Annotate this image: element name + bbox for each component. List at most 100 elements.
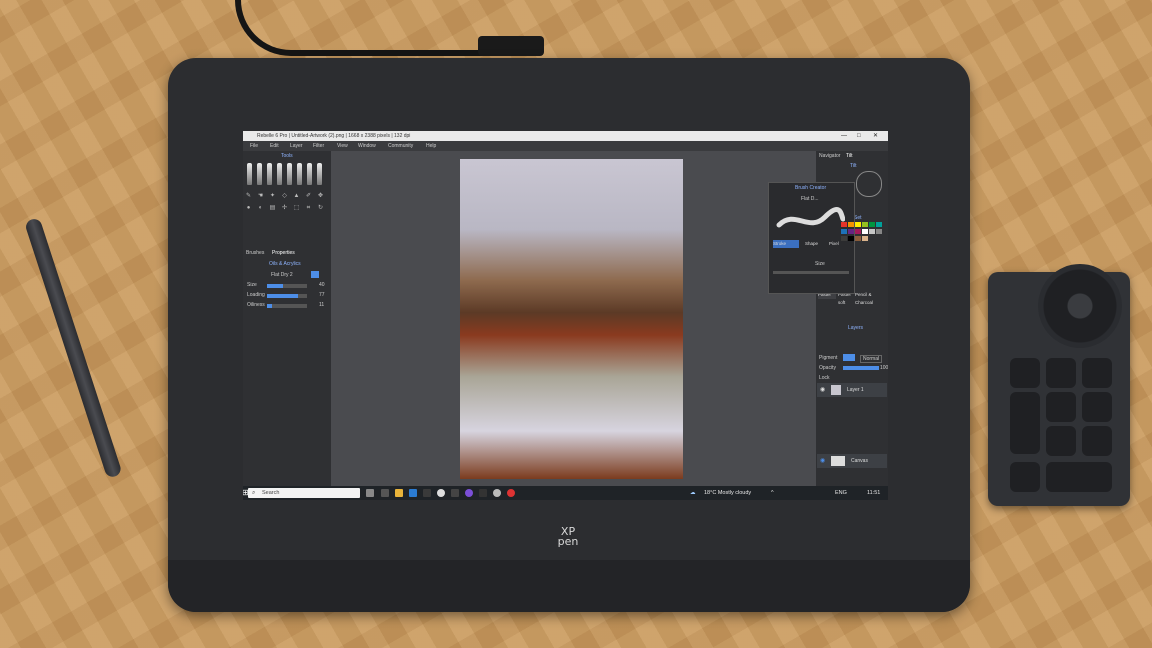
menu-view[interactable]: View [337, 141, 348, 151]
menu-community[interactable]: Community [388, 141, 413, 151]
color-swatch[interactable] [862, 229, 868, 234]
color-swatch[interactable] [855, 229, 861, 234]
color-swatch[interactable] [848, 236, 854, 241]
minimize-button[interactable]: — [841, 131, 847, 141]
color-swatch[interactable] [869, 229, 875, 234]
color-swatch[interactable] [841, 222, 847, 227]
brush-tool[interactable] [267, 163, 272, 185]
tilt-dial[interactable] [856, 171, 882, 197]
brush-tool[interactable] [257, 163, 262, 185]
painting-canvas[interactable] [460, 159, 683, 479]
set-label: Set [854, 215, 862, 221]
canvas-row[interactable]: ◉ Canvas [817, 454, 887, 468]
pigment-toggle[interactable] [843, 354, 855, 361]
color-swatch[interactable] [869, 222, 875, 227]
canvas-thumbnail [831, 456, 845, 466]
blend-mode-select[interactable]: Normal [860, 355, 882, 363]
hand-icon[interactable]: ✥ [317, 193, 324, 200]
select-icon[interactable]: ⬚ [293, 205, 300, 212]
mode-stroke[interactable]: Stroke [773, 240, 799, 248]
menu-filter[interactable]: Filter [313, 141, 324, 151]
rebelle-icon[interactable] [493, 489, 501, 497]
chrome-icon[interactable] [507, 489, 515, 497]
keypad-key [1046, 462, 1112, 492]
menu-layer[interactable]: Layer [290, 141, 303, 151]
keypad-key [1082, 392, 1112, 422]
color-swatch[interactable] [862, 236, 868, 241]
brush-tool[interactable] [307, 163, 312, 185]
eye-icon[interactable]: ◉ [820, 457, 825, 464]
brush-tool[interactable] [247, 163, 252, 185]
clock[interactable]: 11:51 [867, 486, 880, 500]
tab-navigator[interactable]: Navigator [819, 153, 840, 159]
picker-icon[interactable]: ✐ [305, 193, 312, 200]
rotate-icon[interactable]: ↻ [317, 205, 324, 212]
slider-loading[interactable]: Loading 77 [247, 292, 327, 299]
brush-name[interactable]: Flat Dry 2 [271, 272, 293, 278]
brush-preset-name[interactable]: Flat D... [801, 196, 819, 202]
menu-help[interactable]: Help [426, 141, 436, 151]
color-swatch[interactable] [862, 222, 868, 227]
brush-tool[interactable] [297, 163, 302, 185]
dry-icon[interactable]: ◐ [257, 205, 264, 212]
tab-brushes[interactable]: Brushes [246, 250, 264, 256]
brush-tool[interactable] [277, 163, 282, 185]
eye-icon[interactable]: ◉ [820, 386, 825, 393]
brush-preset-button[interactable] [311, 271, 319, 278]
color-swatch[interactable] [841, 229, 847, 234]
fill-icon[interactable]: ▲ [293, 193, 300, 200]
task-view-icon[interactable] [366, 489, 374, 497]
slider-value: 11 [319, 302, 324, 308]
water-icon[interactable]: ● [245, 205, 252, 212]
blend-icon[interactable]: ✦ [269, 193, 276, 200]
size-slider[interactable] [773, 271, 849, 274]
language-indicator[interactable]: ENG [835, 486, 847, 500]
app-icon[interactable] [437, 489, 445, 497]
stylus-pen [24, 217, 123, 479]
color-swatch[interactable] [876, 229, 882, 234]
app-icon[interactable] [479, 489, 487, 497]
store-icon[interactable] [423, 489, 431, 497]
eraser-icon[interactable]: ◇ [281, 193, 288, 200]
windows-taskbar: ⊞ ⌕ Search ☁ 18°C Mostly cloudy ^ ENG 11… [243, 486, 888, 500]
menu-file[interactable]: File [250, 141, 258, 151]
slider-size[interactable]: Size 40 [247, 282, 327, 289]
color-swatch[interactable] [855, 236, 861, 241]
brush-tool[interactable] [287, 163, 292, 185]
taskbar-search[interactable]: ⌕ Search [248, 488, 360, 498]
color-swatch[interactable] [848, 222, 854, 227]
tablet-chin [168, 560, 970, 612]
transform-icon[interactable]: ✢ [281, 205, 288, 212]
layer-row[interactable]: ◉ Layer 1 [817, 383, 887, 397]
mode-shape[interactable]: Shape [805, 240, 827, 248]
menu-window[interactable]: Window [358, 141, 376, 151]
close-button[interactable]: ✕ [873, 131, 878, 141]
color-swatch[interactable] [855, 222, 861, 227]
menu-edit[interactable]: Edit [270, 141, 279, 151]
brush-category[interactable]: Oils & Acrylics [269, 261, 301, 267]
folder-icon[interactable] [395, 489, 403, 497]
opacity-slider[interactable] [843, 366, 879, 370]
app-icon[interactable] [381, 489, 389, 497]
color-swatch[interactable] [848, 229, 854, 234]
media-pencil-charcoal[interactable]: Pencil & Charcoal [855, 291, 887, 299]
app-icon[interactable] [451, 489, 459, 497]
color-swatch[interactable] [841, 236, 847, 241]
smudge-icon[interactable]: ☚ [257, 193, 264, 200]
tools-title: Tools [281, 153, 293, 159]
tab-properties[interactable]: Properties [272, 250, 295, 256]
color-swatch[interactable] [876, 222, 882, 227]
tab-tilt[interactable]: Tilt [846, 153, 852, 159]
maximize-button[interactable]: □ [857, 131, 861, 141]
stencil-icon[interactable]: ▤ [269, 205, 276, 212]
slider-oiliness[interactable]: Oiliness 11 [247, 302, 327, 309]
layer-name: Layer 1 [847, 387, 864, 393]
crop-icon[interactable]: ⌗ [305, 205, 312, 212]
chevron-up-icon[interactable]: ^ [771, 486, 774, 500]
edge-icon[interactable] [409, 489, 417, 497]
eyedropper-icon[interactable]: ✎ [245, 193, 252, 200]
weather-status[interactable]: 18°C Mostly cloudy [704, 486, 751, 500]
app-icon[interactable] [465, 489, 473, 497]
brush-tool[interactable] [317, 163, 322, 185]
tilt-label: Tilt [850, 163, 856, 169]
